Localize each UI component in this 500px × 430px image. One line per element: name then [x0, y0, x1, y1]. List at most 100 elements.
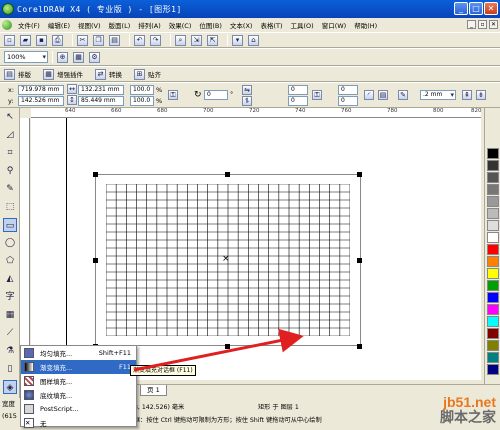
drawing-canvas[interactable]: ×: [31, 118, 481, 380]
page-tab[interactable]: 页 1: [140, 385, 167, 396]
color-swatch[interactable]: [487, 328, 499, 339]
color-swatch[interactable]: [487, 196, 499, 207]
menu-text[interactable]: 文本(X): [230, 20, 253, 30]
rotation-field[interactable]: 0: [204, 90, 228, 100]
resize-handle-br[interactable]: [357, 344, 362, 349]
copy-icon[interactable]: ❐: [93, 35, 104, 46]
texture-fill-item[interactable]: 底纹填充...: [21, 388, 136, 402]
snap-grid-icon[interactable]: ▦: [73, 52, 84, 63]
menu-arrange[interactable]: 排列(A): [138, 20, 161, 30]
color-swatch[interactable]: [487, 316, 499, 327]
polygon-tool-icon[interactable]: ⬠: [3, 254, 17, 268]
corner-bl-field[interactable]: 0: [288, 96, 308, 106]
cut-icon[interactable]: ✂: [77, 35, 88, 46]
undo-icon[interactable]: ↶: [134, 35, 145, 46]
search-icon[interactable]: ⌕: [175, 35, 186, 46]
zoom-icon[interactable]: ⊕: [57, 52, 68, 63]
open-icon[interactable]: ▰: [20, 35, 31, 46]
color-swatch[interactable]: [487, 304, 499, 315]
convert-button[interactable]: ⇄转换: [95, 69, 122, 80]
mirror-h-icon[interactable]: ⇋: [242, 85, 252, 95]
resize-handle-ml[interactable]: [93, 258, 98, 263]
fountain-fill-item[interactable]: 渐变填充... F11: [21, 360, 136, 374]
uniform-fill-item[interactable]: 均匀填充... Shift+F11: [21, 346, 136, 360]
color-swatch[interactable]: [487, 160, 499, 171]
color-swatch[interactable]: [487, 220, 499, 231]
zoom-level-select[interactable]: 100%: [4, 51, 48, 63]
corner-tl-field[interactable]: 0: [288, 85, 308, 95]
menu-tools[interactable]: 工具(O): [291, 20, 314, 30]
rectangle-tool-icon[interactable]: ▭: [3, 218, 17, 232]
round-corner-icon[interactable]: ◜: [364, 90, 374, 100]
application-launcher-icon[interactable]: ▾: [232, 35, 243, 46]
menu-window[interactable]: 窗口(W): [322, 20, 347, 30]
snap-button[interactable]: ⊞贴齐: [134, 69, 161, 80]
paste-icon[interactable]: ▤: [109, 35, 120, 46]
pick-tool-icon[interactable]: ↖: [3, 110, 17, 124]
fill-tool-icon[interactable]: ◈: [3, 380, 17, 394]
color-swatch[interactable]: [487, 208, 499, 219]
height-field[interactable]: 85.449 mm: [78, 96, 124, 106]
outline-width-select[interactable]: .2 mm: [420, 90, 456, 100]
welcome-screen-icon[interactable]: ⌂: [248, 35, 259, 46]
postscript-fill-item[interactable]: PostScript...: [21, 402, 136, 416]
resize-handle-tm[interactable]: [225, 172, 230, 177]
no-fill-item[interactable]: ✕ 无: [21, 416, 136, 430]
shape-tool-icon[interactable]: ◿: [3, 128, 17, 142]
color-swatch[interactable]: [487, 244, 499, 255]
coreldraw-app-icon[interactable]: [2, 3, 14, 15]
wrap-text-icon[interactable]: ▤: [378, 90, 388, 100]
enhance-plugin-button[interactable]: ▦增强插件: [43, 69, 83, 80]
maximize-button[interactable]: □: [469, 2, 483, 15]
doc-restore-button[interactable]: ▫: [478, 20, 487, 29]
dimension-tool-icon[interactable]: ⟋: [3, 326, 17, 340]
menu-bitmaps[interactable]: 位图(B): [199, 20, 222, 30]
pattern-fill-item[interactable]: 图样填充...: [21, 374, 136, 388]
corner-tr-field[interactable]: 0: [338, 85, 358, 95]
horizontal-ruler[interactable]: 640 660 680 700 720 740 760 780 800 820: [31, 108, 481, 118]
color-swatch[interactable]: [487, 184, 499, 195]
doc-close-button[interactable]: ✕: [489, 20, 498, 29]
smart-fill-icon[interactable]: ⬚: [3, 200, 17, 214]
y-position-field[interactable]: 142.526 mm: [18, 96, 64, 106]
import-icon[interactable]: ⇲: [191, 35, 202, 46]
corner-lock-icon[interactable]: ⚿: [312, 90, 322, 100]
layout-button[interactable]: ▤排版: [4, 69, 31, 80]
print-icon[interactable]: ⎙: [52, 35, 63, 46]
color-swatch[interactable]: [487, 352, 499, 363]
mirror-v-icon[interactable]: ⥮: [242, 96, 252, 106]
resize-handle-mr[interactable]: [357, 258, 362, 263]
zoom-tool-icon[interactable]: ⚲: [3, 164, 17, 178]
outline-tool-icon[interactable]: ▯: [3, 362, 17, 376]
to-back-icon[interactable]: ⇟: [476, 90, 486, 100]
color-swatch[interactable]: [487, 340, 499, 351]
color-swatch[interactable]: [487, 280, 499, 291]
scale-y-field[interactable]: 100.0: [130, 96, 154, 106]
to-front-icon[interactable]: ⇞: [462, 90, 472, 100]
color-swatch[interactable]: [487, 256, 499, 267]
resize-handle-bm[interactable]: [225, 344, 230, 349]
document-icon[interactable]: [2, 20, 12, 30]
close-button[interactable]: ✕: [484, 2, 498, 15]
x-position-field[interactable]: 719.978 mm: [18, 85, 64, 95]
export-icon[interactable]: ⇱: [207, 35, 218, 46]
menu-table[interactable]: 表格(T): [260, 20, 282, 30]
outline-pen-icon[interactable]: ✎: [398, 90, 408, 100]
menu-view[interactable]: 视图(V): [78, 20, 101, 30]
new-icon[interactable]: ▫: [4, 35, 15, 46]
scale-x-field[interactable]: 100.0: [130, 85, 154, 95]
menu-layout[interactable]: 版面(L): [109, 20, 131, 30]
color-swatch[interactable]: [487, 268, 499, 279]
resize-handle-tl[interactable]: [93, 172, 98, 177]
redo-icon[interactable]: ↷: [150, 35, 161, 46]
freehand-tool-icon[interactable]: ✎: [3, 182, 17, 196]
color-swatch[interactable]: [487, 364, 499, 375]
options-icon[interactable]: ⚙: [89, 52, 100, 63]
lock-ratio-icon[interactable]: ⚿: [168, 90, 178, 100]
menu-file[interactable]: 文件(F): [18, 20, 40, 30]
width-field[interactable]: 132.231 mm: [78, 85, 124, 95]
eyedropper-tool-icon[interactable]: ⚗: [3, 344, 17, 358]
color-swatch[interactable]: [487, 232, 499, 243]
table-tool-icon[interactable]: ▦: [3, 308, 17, 322]
menu-edit[interactable]: 编辑(E): [48, 20, 70, 30]
